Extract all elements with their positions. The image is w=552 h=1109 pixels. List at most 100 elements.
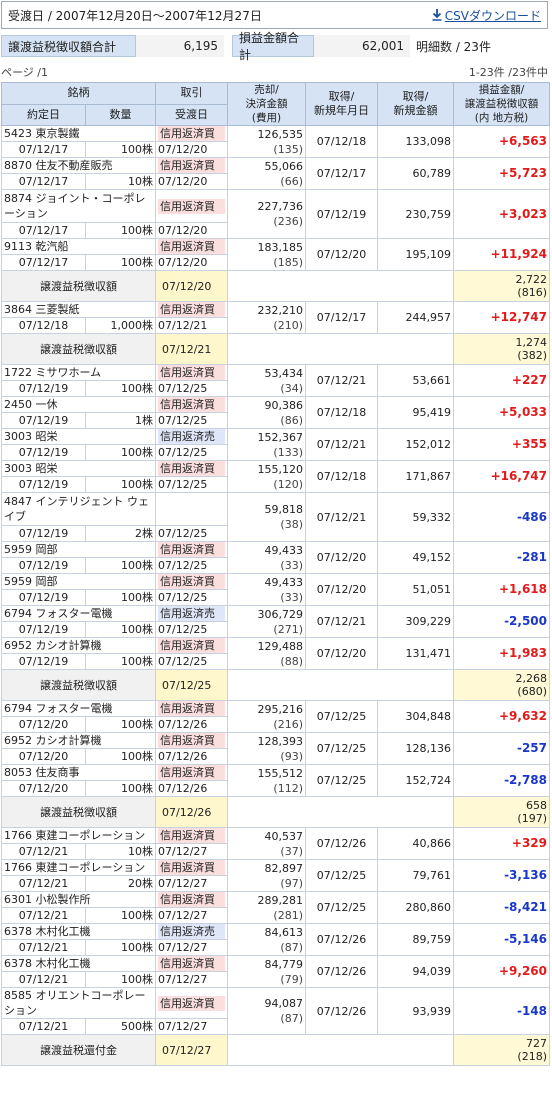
trade-kind: 信用返済買 [158, 733, 225, 748]
sell-fee: (216) [273, 717, 303, 731]
contract-date: 07/12/19 [1, 525, 86, 542]
trade-kind-cell: 信用返済買 [155, 301, 228, 318]
contract-date: 07/12/17 [1, 141, 86, 158]
sell-amount-cell: 90,386 (86) [227, 396, 306, 429]
stock-name[interactable]: 4847 インテリジェント ウェイブ [1, 492, 156, 526]
stock-name[interactable]: 5423 東京製鐵 [1, 125, 156, 142]
settle-date: 07/12/25 [155, 621, 228, 638]
trade-row: 6952 カシオ計算機 信用返済買 129,488 (88) 07/12/20 131,4… [1, 637, 550, 670]
quantity: 100株 [85, 444, 156, 461]
stock-name[interactable]: 8870 住友不動産販売 [1, 157, 156, 174]
sell-amount: 126,535 [257, 127, 304, 141]
trade-kind-cell: 信用返済売 [155, 428, 228, 445]
trade-row: 5959 岡部 信用返済買 49,433 (33) 07/12/20 49,152 -281 [1, 541, 550, 574]
acq-amount: 171,867 [377, 460, 454, 493]
stock-name[interactable]: 1722 ミサワホーム [1, 364, 156, 381]
stock-name[interactable]: 3003 昭栄 [1, 460, 156, 477]
stock-name[interactable]: 9113 乾汽船 [1, 238, 156, 255]
trade-kind: 信用返済買 [158, 365, 225, 380]
sell-amount: 55,066 [264, 159, 304, 173]
trade-kind-cell: 信用返済買 [155, 700, 228, 717]
acq-amount: 95,419 [377, 396, 454, 429]
stock-name[interactable]: 3864 三菱製紙 [1, 301, 156, 318]
trade-kind-cell: 信用返済買 [155, 396, 228, 413]
pl-amount: -486 [453, 492, 550, 542]
sell-amount-cell: 49,433 (33) [227, 573, 306, 606]
sell-amount-cell: 128,393 (93) [227, 732, 306, 765]
acq-amount: 79,761 [377, 859, 454, 892]
sell-fee: (133) [273, 445, 303, 459]
trade-row: 8874 ジョイント・コーポレーション 信用返済買 227,736 (236) 07/1… [1, 189, 550, 239]
subtotal-amounts: 658 (197) [453, 796, 550, 828]
sell-amount-cell: 129,488 (88) [227, 637, 306, 670]
stock-name[interactable]: 6378 木村化工機 [1, 955, 156, 972]
subtotal-amounts: 1,274 (382) [453, 333, 550, 365]
stock-name[interactable]: 5959 岡部 [1, 573, 156, 590]
acq-amount: 244,957 [377, 301, 454, 334]
settle-date: 07/12/20 [155, 141, 228, 158]
pl-amount: +1,618 [453, 573, 550, 606]
settle-date: 07/12/21 [155, 317, 228, 334]
stock-name[interactable]: 8874 ジョイント・コーポレーション [1, 189, 156, 223]
subtotal-date: 07/12/21 [155, 333, 228, 365]
trade-row: 5959 岡部 信用返済買 49,433 (33) 07/12/20 51,051 +1,6… [1, 573, 550, 606]
stock-name[interactable]: 6301 小松製作所 [1, 891, 156, 908]
stock-name[interactable]: 6794 フォスター電機 [1, 605, 156, 622]
acq-date: 07/12/19 [305, 189, 378, 239]
trade-kind: 信用返済買 [158, 397, 225, 412]
contract-date: 07/12/17 [1, 173, 86, 190]
sell-fee: (271) [273, 622, 303, 636]
stock-name[interactable]: 8585 オリエントコーポレーション [1, 987, 156, 1019]
col-acq-amount: 取得/ 新規金額 [377, 82, 454, 126]
subtotal-row: 譲渡益税徴収額 07/12/26 658 (197) [1, 796, 550, 828]
pl-amount: +227 [453, 364, 550, 397]
settle-date: 07/12/27 [155, 843, 228, 860]
sell-amount-cell: 295,216 (216) [227, 700, 306, 733]
trade-kind-cell: 信用返済買 [155, 573, 228, 590]
csv-download-label[interactable]: CSVダウンロード [445, 7, 541, 24]
stock-name[interactable]: 1766 東建コーポレーション [1, 827, 156, 844]
col-contract-date: 約定日 [1, 103, 86, 126]
csv-download-link[interactable]: CSVダウンロード [432, 7, 541, 24]
sell-amount-cell: 227,736 (236) [227, 189, 306, 239]
stock-name[interactable]: 8053 住友商事 [1, 764, 156, 781]
stock-name[interactable]: 2450 一休 [1, 396, 156, 413]
sell-fee: (38) [280, 518, 303, 531]
stock-name[interactable]: 6794 フォスター電機 [1, 700, 156, 717]
stock-name[interactable]: 5959 岡部 [1, 541, 156, 558]
contract-date: 07/12/21 [1, 907, 86, 924]
pl-amount: -2,500 [453, 605, 550, 638]
pl-amount: +329 [453, 827, 550, 860]
subtotal-row: 譲渡益税徴収額 07/12/20 2,722 (816) [1, 270, 550, 302]
stock-name[interactable]: 6952 カシオ計算機 [1, 637, 156, 654]
subtotal-local-tax: (680) [517, 685, 547, 698]
acq-date: 07/12/25 [305, 891, 378, 924]
subtotal-blank [227, 333, 454, 365]
settle-date: 07/12/27 [155, 1018, 228, 1035]
subtotal-row: 譲渡益税徴収額 07/12/21 1,274 (382) [1, 333, 550, 365]
pl-amount: +355 [453, 428, 550, 461]
page-indicator: ページ /1 [1, 66, 48, 79]
acq-date: 07/12/26 [305, 827, 378, 860]
trade-kind: 信用返済買 [158, 158, 225, 173]
trade-kind: 信用返済買 [158, 828, 225, 843]
acq-date: 07/12/18 [305, 396, 378, 429]
settle-date: 07/12/25 [155, 589, 228, 606]
stock-name[interactable]: 3003 昭栄 [1, 428, 156, 445]
contract-date: 07/12/19 [1, 621, 86, 638]
settle-date: 07/12/26 [155, 748, 228, 765]
stock-name[interactable]: 6378 木村化工機 [1, 923, 156, 940]
stock-name[interactable]: 6952 カシオ計算機 [1, 732, 156, 749]
sell-amount-cell: 155,120 (120) [227, 460, 306, 493]
sell-amount-cell: 94,087 (87) [227, 987, 306, 1035]
stock-name[interactable]: 1766 東建コーポレーション [1, 859, 156, 876]
trade-kind-cell: 信用返済買 [155, 859, 228, 876]
subtotal-amounts: 2,268 (680) [453, 669, 550, 701]
sell-amount: 289,281 [257, 893, 304, 907]
acq-date: 07/12/25 [305, 764, 378, 797]
trade-row: 6378 木村化工機 信用返済買 84,779 (79) 07/12/26 94,039 +… [1, 955, 550, 988]
quantity: 100株 [85, 589, 156, 606]
trade-kind: 信用返済買 [158, 956, 225, 971]
trade-kind: 信用返済売 [158, 429, 225, 444]
settle-date: 07/12/20 [155, 222, 228, 239]
